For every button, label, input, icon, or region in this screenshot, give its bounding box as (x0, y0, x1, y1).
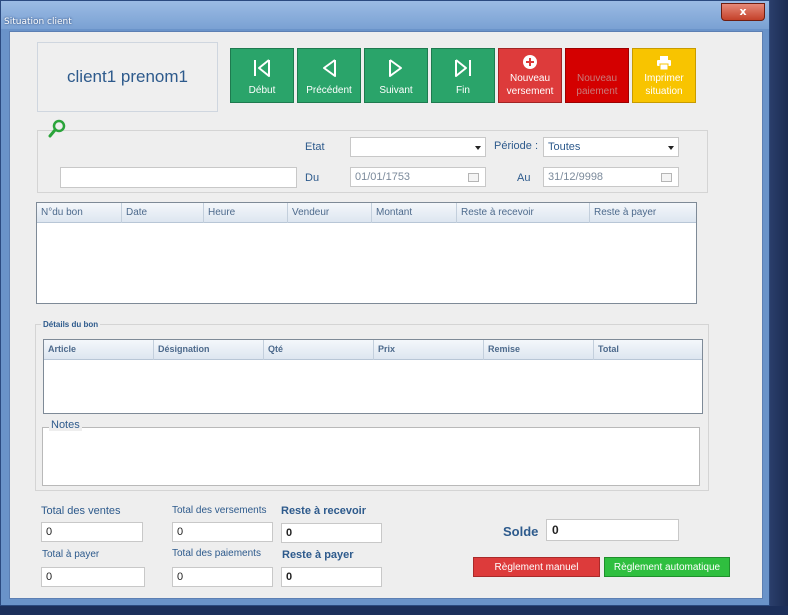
col-total[interactable]: Total (594, 340, 702, 360)
suivant-label: Suivant (379, 85, 413, 96)
total-paiements-label: Total des paiements (172, 548, 261, 559)
reste-payer-field[interactable]: 0 (281, 567, 382, 587)
reglement-manuel-button[interactable]: Règlement manuel (473, 557, 600, 577)
details-panel: Détails du bon Article Désignation Qté P… (35, 320, 709, 491)
add-circle-icon (523, 55, 537, 69)
col-reste-recevoir[interactable]: Reste à recevoir (457, 203, 590, 223)
fin-label: Fin (456, 85, 470, 96)
bons-table-header: N°du bon Date Heure Vendeur Montant Rest… (37, 203, 696, 223)
solde-field[interactable]: 0 (546, 519, 679, 541)
notes-textarea[interactable]: Notes (42, 419, 700, 486)
du-label: Du (305, 172, 320, 184)
col-montant[interactable]: Montant (372, 203, 457, 223)
col-date[interactable]: Date (122, 203, 204, 223)
total-ventes-label: Total des ventes (41, 505, 121, 517)
periode-label: Période : (494, 140, 539, 152)
window-title: Situation client (4, 17, 72, 27)
periode-value: Toutes (548, 141, 581, 153)
chevron-down-icon (475, 146, 481, 150)
nouveau-versement-button[interactable]: Nouveau versement (498, 48, 562, 103)
situation-client-window: Situation client x client1 prenom1 Début… (0, 0, 770, 606)
total-payer-label: Total à payer (42, 549, 100, 560)
details-table[interactable]: Article Désignation Qté Prix Remise Tota… (43, 339, 703, 414)
precedent-label: Précédent (306, 85, 352, 96)
first-icon (254, 59, 270, 77)
nouveau-paiement-line2: paiement (576, 86, 618, 97)
printer-icon (657, 56, 671, 71)
etat-label: Etat (305, 141, 325, 153)
reste-recevoir-label: Reste à recevoir (281, 505, 366, 517)
fin-button[interactable]: Fin (431, 48, 495, 103)
desktop-edge (770, 0, 788, 615)
au-date-input[interactable]: 31/12/9998 (543, 167, 679, 187)
suivant-button[interactable]: Suivant (364, 48, 428, 103)
au-value: 31/12/9998 (548, 171, 604, 183)
nouveau-paiement-button[interactable]: Nouveau paiement (565, 48, 629, 103)
close-button[interactable]: x (721, 3, 765, 21)
reste-recevoir-field[interactable]: 0 (281, 523, 382, 543)
previous-icon (323, 59, 336, 77)
col-remise[interactable]: Remise (484, 340, 594, 360)
calendar-icon[interactable] (468, 173, 479, 182)
col-prix[interactable]: Prix (374, 340, 484, 360)
last-icon (455, 59, 471, 77)
details-table-header: Article Désignation Qté Prix Remise Tota… (44, 340, 702, 360)
col-reste-payer[interactable]: Reste à payer (590, 203, 696, 223)
filter-panel: Etat Période : Toutes Du 01/01/1753 Au 3… (37, 119, 708, 193)
search-input[interactable] (60, 167, 297, 188)
imprimer-line1: Imprimer (644, 73, 684, 84)
nouveau-versement-line2: versement (506, 86, 554, 97)
au-label: Au (517, 172, 531, 184)
search-icon[interactable] (47, 119, 67, 139)
total-paiements-field[interactable]: 0 (172, 567, 273, 587)
total-versements-label: Total des versements (172, 505, 267, 516)
total-payer-field[interactable]: 0 (41, 567, 145, 587)
client-area: client1 prenom1 Début Précédent Suivant (9, 31, 763, 599)
etat-select[interactable] (350, 137, 486, 157)
col-qte[interactable]: Qté (264, 340, 374, 360)
nouveau-versement-line1: Nouveau (509, 73, 551, 84)
chevron-down-icon (668, 146, 674, 150)
imprimer-situation-button[interactable]: Imprimer situation (632, 48, 696, 103)
total-versements-field[interactable]: 0 (172, 522, 273, 542)
col-designation[interactable]: Désignation (154, 340, 264, 360)
bons-table[interactable]: N°du bon Date Heure Vendeur Montant Rest… (36, 202, 697, 304)
calendar-icon[interactable] (661, 173, 672, 182)
debut-button[interactable]: Début (230, 48, 294, 103)
col-heure[interactable]: Heure (204, 203, 288, 223)
imprimer-line2: situation (645, 86, 683, 97)
col-num-bon[interactable]: N°du bon (37, 203, 122, 223)
du-value: 01/01/1753 (355, 171, 411, 183)
nouveau-paiement-line1: Nouveau (576, 73, 618, 84)
total-ventes-field[interactable]: 0 (41, 522, 143, 542)
periode-select[interactable]: Toutes (543, 137, 679, 157)
client-name: client1 prenom1 (67, 67, 188, 86)
details-title: Détails du bon (41, 320, 101, 329)
debut-label: Début (248, 85, 276, 96)
du-date-input[interactable]: 01/01/1753 (350, 167, 486, 187)
next-icon (389, 59, 402, 77)
col-article[interactable]: Article (44, 340, 154, 360)
solde-label: Solde (503, 524, 539, 539)
reste-payer-label: Reste à payer (282, 549, 354, 561)
title-bar: Situation client x (1, 1, 769, 29)
col-vendeur[interactable]: Vendeur (288, 203, 372, 223)
notes-label: Notes (49, 419, 82, 431)
client-header: client1 prenom1 (37, 42, 218, 112)
precedent-button[interactable]: Précédent (297, 48, 361, 103)
desktop-edge-bottom (0, 606, 788, 615)
reglement-automatique-button[interactable]: Règlement automatique (604, 557, 730, 577)
